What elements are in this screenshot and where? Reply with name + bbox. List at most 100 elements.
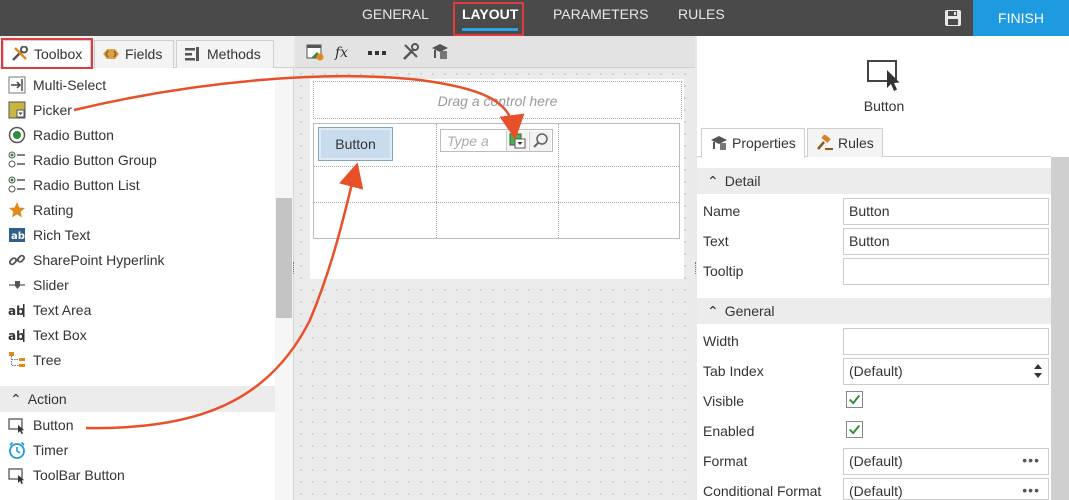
magnifier-icon: [533, 133, 548, 148]
chevron-up-icon: ⌃: [707, 303, 719, 319]
general-section-header[interactable]: ⌃ General: [697, 298, 1051, 324]
tool-label: Text Area: [33, 302, 92, 318]
toolbox-scrollbar-thumb[interactable]: [276, 198, 292, 318]
tool-label: Radio Button: [33, 127, 114, 143]
prop-tooltip-label: Tooltip: [703, 263, 744, 279]
tool-text-area[interactable]: ab Text Area: [8, 299, 91, 321]
gavel-icon: [817, 135, 833, 150]
prop-width-label: Width: [703, 333, 739, 349]
tool-label: Multi-Select: [33, 77, 107, 93]
star-icon: [9, 202, 25, 218]
fields-icon: [103, 49, 119, 59]
prop-text-label: Text: [703, 233, 729, 249]
expression-fx-icon[interactable]: fx: [334, 42, 354, 62]
drop-zone[interactable]: Drag a control here: [313, 81, 682, 119]
tool-label: Tree: [33, 352, 62, 368]
tool-timer[interactable]: Timer: [8, 439, 68, 461]
tool-label: Timer: [33, 442, 69, 458]
tool-text-box[interactable]: ab Text Box: [8, 324, 87, 346]
save-icon[interactable]: [944, 9, 962, 27]
tab-parameters[interactable]: PARAMETERS: [553, 0, 648, 36]
prop-conditional-format-select[interactable]: (Default) •••: [843, 478, 1049, 500]
more-options-icon[interactable]: [367, 42, 387, 62]
canvas-button-control[interactable]: Button: [318, 127, 393, 161]
action-section-header[interactable]: ⌃ Action: [0, 386, 275, 412]
properties-icon[interactable]: [430, 42, 450, 62]
tab-rules[interactable]: RULES: [678, 0, 725, 36]
properties-scrollbar[interactable]: [1051, 157, 1069, 500]
tab-rules-panel[interactable]: Rules: [807, 128, 883, 157]
svg-text:fx: fx: [334, 45, 348, 61]
spinner-arrows-icon[interactable]: [1034, 362, 1042, 380]
prop-name-label: Name: [703, 203, 741, 219]
tool-rating[interactable]: Rating: [8, 199, 73, 221]
checkmark-icon: [848, 394, 861, 405]
prop-visible-label: Visible: [703, 393, 744, 409]
picker-icon: [8, 101, 26, 119]
prop-format-value: (Default): [849, 453, 903, 469]
radio-button-list-icon: [8, 176, 25, 193]
ellipsis-icon[interactable]: •••: [1022, 449, 1040, 471]
tool-toolbar-button[interactable]: ToolBar Button: [8, 464, 125, 486]
tree-icon: [9, 352, 25, 367]
selected-control-name: Button: [863, 98, 905, 114]
picker-select-button[interactable]: [506, 131, 528, 151]
prop-conditional-format-value: (Default): [849, 483, 903, 499]
prop-width-input[interactable]: [843, 328, 1049, 355]
slider-icon: [9, 281, 25, 289]
tab-general[interactable]: GENERAL: [362, 0, 429, 36]
properties-icon: [711, 136, 727, 150]
table-column-divider: [436, 124, 437, 238]
picker-search-button[interactable]: [529, 131, 551, 151]
tool-multi-select[interactable]: Multi-Select: [8, 74, 106, 96]
tab-rules-label: Rules: [838, 135, 874, 151]
tab-methods-label: Methods: [207, 46, 261, 62]
prop-tooltip-input[interactable]: [843, 258, 1049, 285]
section-title: Detail: [724, 173, 761, 189]
finish-button[interactable]: FINISH: [973, 0, 1069, 36]
svg-text:ab: ab: [8, 304, 25, 318]
view-layout-icon[interactable]: [305, 42, 325, 62]
tool-label: ToolBar Button: [33, 467, 125, 483]
table-column-divider: [558, 124, 559, 238]
tool-tree[interactable]: Tree: [8, 349, 61, 371]
toolbox-list: Multi-Select Picker Radio Button Radio B…: [0, 68, 294, 500]
layout-tab-highlight-box: [453, 2, 524, 36]
canvas-toolbar: fx: [295, 36, 695, 68]
toolbox-tab-highlight-box: [1, 38, 93, 69]
detail-section-header[interactable]: ⌃ Detail: [697, 168, 1051, 194]
tab-fields[interactable]: Fields: [94, 40, 174, 68]
tool-sharepoint-hyperlink[interactable]: SharePoint Hyperlink: [8, 249, 165, 271]
prop-enabled-checkbox[interactable]: [846, 421, 863, 438]
tool-radio-button-list[interactable]: Radio Button List: [8, 174, 140, 196]
table-row-divider: [314, 202, 679, 203]
prop-text-input[interactable]: Button: [843, 228, 1049, 255]
svg-text:ab: ab: [11, 231, 25, 242]
prop-visible-checkbox[interactable]: [846, 391, 863, 408]
tool-button[interactable]: Button: [8, 414, 73, 436]
rich-text-icon: ab: [9, 228, 25, 242]
tool-picker[interactable]: Picker: [8, 99, 72, 121]
prop-tab-index-stepper[interactable]: (Default): [843, 358, 1049, 385]
top-navigation-bar: GENERAL LAYOUT PARAMETERS RULES FINISH: [0, 0, 1069, 36]
prop-format-select[interactable]: (Default) •••: [843, 448, 1049, 475]
ellipsis-icon[interactable]: •••: [1022, 479, 1040, 500]
tool-label: Slider: [33, 277, 69, 293]
tool-radio-button[interactable]: Radio Button: [8, 124, 114, 146]
text-area-icon: ab: [8, 304, 25, 318]
prop-tab-index-value: (Default): [849, 363, 903, 379]
tool-slider[interactable]: Slider: [8, 274, 69, 296]
tool-label: SharePoint Hyperlink: [33, 252, 165, 268]
toolbar-button-icon: [8, 468, 25, 484]
table-row-divider: [314, 166, 679, 167]
tab-properties[interactable]: Properties: [701, 128, 805, 158]
tool-rich-text[interactable]: ab Rich Text: [8, 224, 90, 246]
toolbox-tools-icon[interactable]: [401, 42, 421, 62]
button-control-icon: [867, 60, 900, 91]
prop-name-input[interactable]: Button: [843, 198, 1049, 225]
tool-radio-button-group[interactable]: Radio Button Group: [8, 149, 157, 171]
tab-methods[interactable]: Methods: [176, 40, 274, 68]
methods-icon: [185, 47, 199, 61]
canvas-picker-control[interactable]: Type a: [440, 129, 553, 152]
radio-button-group-icon: [8, 151, 25, 168]
